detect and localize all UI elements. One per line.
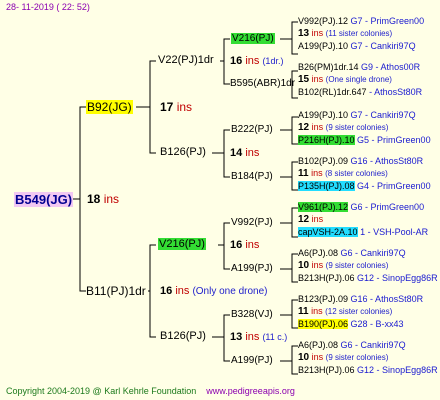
g5-row-b-1: A199(PJ).10 G7 - Cankiri97Q [298, 42, 416, 51]
g5-name-b[interactable]: B102(RL)1dr.647 [298, 87, 367, 97]
g5-ins-7: 11 ins (12 sister colonies) [298, 306, 393, 317]
g2-queen-2[interactable]: B11(PJ)1dr [86, 285, 146, 297]
g3-queen-4[interactable]: B126(PJ) [160, 331, 206, 342]
g5-source-b: - AthosSt80R [369, 87, 423, 97]
g2-ins-1: 17 ins [160, 100, 193, 114]
g5-source-a: G6 - Cankiri97Q [340, 340, 406, 350]
g4-queen-6[interactable]: A199(PJ) [231, 264, 273, 274]
g5-row-a-3: A199(PJ).10 G7 - Cankiri97Q [298, 111, 416, 120]
root-ins: 18 ins [87, 192, 120, 206]
g5-name-a[interactable]: B123(PJ).09 [298, 294, 348, 304]
g5-source-a: G7 - Cankiri97Q [350, 110, 416, 120]
g5-source-b: G28 - B-xx43 [350, 319, 404, 329]
date-stamp: 28- 11-2019 ( 22: 52) [6, 2, 90, 12]
g5-name-a[interactable]: A6(PJ).08 [298, 340, 338, 350]
g5-source-b: G7 - Cankiri97Q [350, 41, 416, 51]
g5-row-b-6: B213H(PJ).06 G12 - SinopEgg86R [298, 274, 438, 283]
g5-ins-2: 15 ins (One single drone) [298, 74, 392, 85]
g5-ins-3: 12 ins (9 sister colonies) [298, 122, 389, 133]
g5-row-a-1: V992(PJ).12 G7 - PrimGreen00 [298, 17, 424, 26]
g3-queen-2[interactable]: B126(PJ) [160, 147, 206, 158]
g5-source-b: G12 - SinopEgg86R [357, 365, 438, 375]
g5-row-b-5: capVSH-2A.10 1 - VSH-Pool-AR [298, 227, 429, 237]
g5-source-b: G5 - PrimGreen00 [357, 135, 431, 145]
g4-queen-2[interactable]: B595(ABR)1dr [230, 79, 295, 89]
g5-ins-5: 12 ins [298, 214, 324, 225]
g5-source-a: G7 - PrimGreen00 [350, 16, 425, 26]
g5-source-a: G9 - Athos00R [361, 62, 421, 72]
g5-name-a[interactable]: A199(PJ).10 [298, 110, 348, 120]
g5-source-b: G12 - SinopEgg86R [357, 273, 438, 283]
g4-queen-3[interactable]: B222(PJ) [231, 125, 273, 135]
g5-source-b: 1 - VSH-Pool-AR [360, 227, 429, 237]
g5-row-b-8: B213H(PJ).06 G12 - SinopEgg86R [298, 366, 438, 375]
g3-ins-4: 13 ins (11 c.) [230, 331, 288, 343]
g2-queen-1[interactable]: B92(JG) [86, 100, 133, 114]
g3-ins-1: 16 ins (1dr.) [230, 55, 284, 67]
g5-row-a-4: B102(PJ).09 G16 - AthosSt80R [298, 157, 423, 166]
g5-name-a[interactable]: B102(PJ).09 [298, 156, 348, 166]
g4-queen-5[interactable]: V992(PJ) [231, 218, 273, 228]
g3-ins-3: 16 ins [230, 239, 260, 251]
g5-name-b[interactable]: capVSH-2A.10 [298, 227, 358, 237]
pedigree-chart: 28- 11-2019 ( 22: 52) B549(JG) 18 ins B9… [0, 0, 440, 400]
g3-queen-1[interactable]: V22(PJ)1dr [158, 55, 214, 66]
g5-name-a[interactable]: V961(PJ).12 [298, 202, 349, 212]
g5-source-a: G16 - AthosSt80R [350, 156, 424, 166]
g5-row-a-8: A6(PJ).08 G6 - Cankiri97Q [298, 341, 406, 350]
g5-source-b: G4 - PrimGreen00 [357, 181, 431, 191]
g5-row-b-7: B190(PJ).06 G28 - B-xx43 [298, 319, 404, 329]
g5-name-b[interactable]: B213H(PJ).06 [298, 365, 355, 375]
g5-name-b[interactable]: P135H(PJ).08 [298, 181, 355, 191]
g3-ins-2: 14 ins [230, 147, 260, 159]
g4-queen-8[interactable]: A199(PJ) [231, 356, 273, 366]
g3-queen-3[interactable]: V216(PJ) [158, 238, 206, 250]
g2-ins-2: 16 ins (Only one drone) [160, 285, 268, 297]
g5-name-a[interactable]: A6(PJ).08 [298, 248, 338, 258]
g5-name-b[interactable]: A199(PJ).10 [298, 41, 348, 51]
g4-queen-1[interactable]: V216(PJ) [231, 33, 275, 44]
g5-name-b[interactable]: P216H(PJ).10 [298, 135, 355, 145]
g5-name-a[interactable]: V992(PJ).12 [298, 16, 348, 26]
g5-row-a-5: V961(PJ).12 G6 - PrimGreen00 [298, 202, 425, 212]
g5-row-a-2: B26(PM)1dr.14 G9 - Athos00R [298, 63, 420, 72]
g5-row-a-7: B123(PJ).09 G16 - AthosSt80R [298, 295, 423, 304]
g5-ins-6: 10 ins (9 sister colonies) [298, 260, 389, 271]
g5-ins-1: 13 ins (11 sister colonies) [298, 28, 393, 39]
g5-row-b-2: B102(RL)1dr.647 - AthosSt80R [298, 88, 422, 97]
g5-row-b-3: P216H(PJ).10 G5 - PrimGreen00 [298, 135, 431, 145]
root-name: B549(JG) [14, 192, 74, 207]
g5-name-b[interactable]: B190(PJ).06 [298, 319, 349, 329]
g5-ins-4: 11 ins (8 sister colonies) [298, 168, 388, 179]
g4-queen-7[interactable]: B328(VJ) [231, 310, 273, 320]
g5-source-a: G6 - PrimGreen00 [350, 202, 425, 212]
g5-source-a: G6 - Cankiri97Q [340, 248, 406, 258]
g4-queen-4[interactable]: B184(PJ) [231, 172, 273, 182]
copyright-text: Copyright 2004-2019 @ Karl Kehrle Founda… [6, 386, 295, 396]
g5-row-b-4: P135H(PJ).08 G4 - PrimGreen00 [298, 181, 431, 191]
g5-name-a[interactable]: B26(PM)1dr.14 [298, 62, 359, 72]
root-queen[interactable]: B549(JG) [14, 192, 74, 207]
g5-row-a-6: A6(PJ).08 G6 - Cankiri97Q [298, 249, 406, 258]
g5-source-a: G16 - AthosSt80R [350, 294, 424, 304]
g5-ins-8: 10 ins (9 sister colonies) [298, 352, 389, 363]
g5-name-b[interactable]: B213H(PJ).06 [298, 273, 355, 283]
